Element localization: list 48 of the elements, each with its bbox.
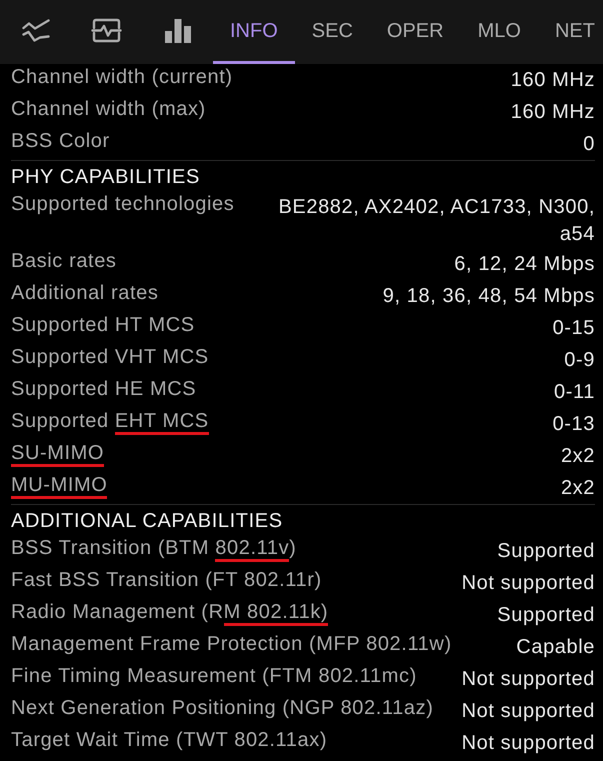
field-value: 160 MHz [510, 100, 595, 125]
field-label: Target Wait Time (TWT 802.11ax) [11, 728, 328, 753]
field-value: Supported [497, 539, 595, 564]
field-value: 2x2 [560, 444, 595, 469]
field-label: Additional rates [11, 281, 158, 306]
bar-chart-icon [164, 18, 190, 42]
field-label: Supported technologies [11, 192, 234, 217]
field-value: 9, 18, 36, 48, 54 Mbps [382, 284, 595, 309]
field-value: Capable [516, 635, 595, 660]
field-label: Next Generation Positioning (NGP 802.11az) [11, 696, 434, 721]
field-value: Not supported [462, 731, 595, 756]
field-label: MU-MIMO [11, 472, 108, 499]
tab[interactable]: OPER [370, 0, 461, 64]
field-value: 0-13 [552, 412, 595, 437]
field-label: Supported HT MCS [11, 313, 195, 338]
field-label: Radio Management (RM 802.11k) [11, 599, 328, 626]
field-label: Management Frame Protection (MFP 802.11w) [11, 632, 452, 657]
field-value: 0-11 [554, 380, 595, 405]
field-label: BSS Transition (BTM 802.11v) [11, 535, 296, 562]
zigzag-lines-icon [22, 18, 50, 42]
field-value: Not supported [462, 667, 595, 692]
field-label: Channel width (current) [11, 65, 233, 90]
field-value: Not supported [462, 699, 595, 724]
field-value: 0-15 [552, 316, 595, 341]
field-label: Basic rates [11, 249, 117, 274]
field-label: Supported EHT MCS [11, 408, 209, 435]
field-label: SU-MIMO [11, 440, 104, 467]
field-label: Supported VHT MCS [11, 345, 209, 370]
pulse-monitor-icon [91, 18, 122, 43]
field-value: 6, 12, 24 Mbps [454, 252, 595, 277]
field-label: Fine Timing Measurement (FTM 802.11mc) [11, 664, 417, 689]
field-value: 0-9 [564, 348, 595, 373]
field-value: Supported [497, 603, 595, 628]
field-label: Channel width (max) [11, 97, 206, 122]
tab[interactable]: MLO [460, 0, 538, 64]
field-label: Fast BSS Transition (FT 802.11r) [11, 568, 322, 593]
tab[interactable]: NET [538, 0, 603, 64]
field-value: 0 [583, 132, 595, 157]
field-value: Not supported [462, 571, 595, 596]
tab[interactable]: SEC [294, 0, 370, 64]
field-label: BSS Color [11, 129, 110, 154]
field-value: BE2882, AX2402, AC1733, N300, a54 [277, 195, 595, 247]
section-header: PHY CAPABILITIES [11, 165, 200, 190]
field-value: 160 MHz [510, 68, 595, 93]
field-label: Supported HE MCS [11, 377, 196, 402]
field-value: 2x2 [560, 476, 595, 501]
section-header: ADDITIONAL CAPABILITIES [11, 509, 283, 534]
tab[interactable]: INFO [213, 0, 295, 64]
